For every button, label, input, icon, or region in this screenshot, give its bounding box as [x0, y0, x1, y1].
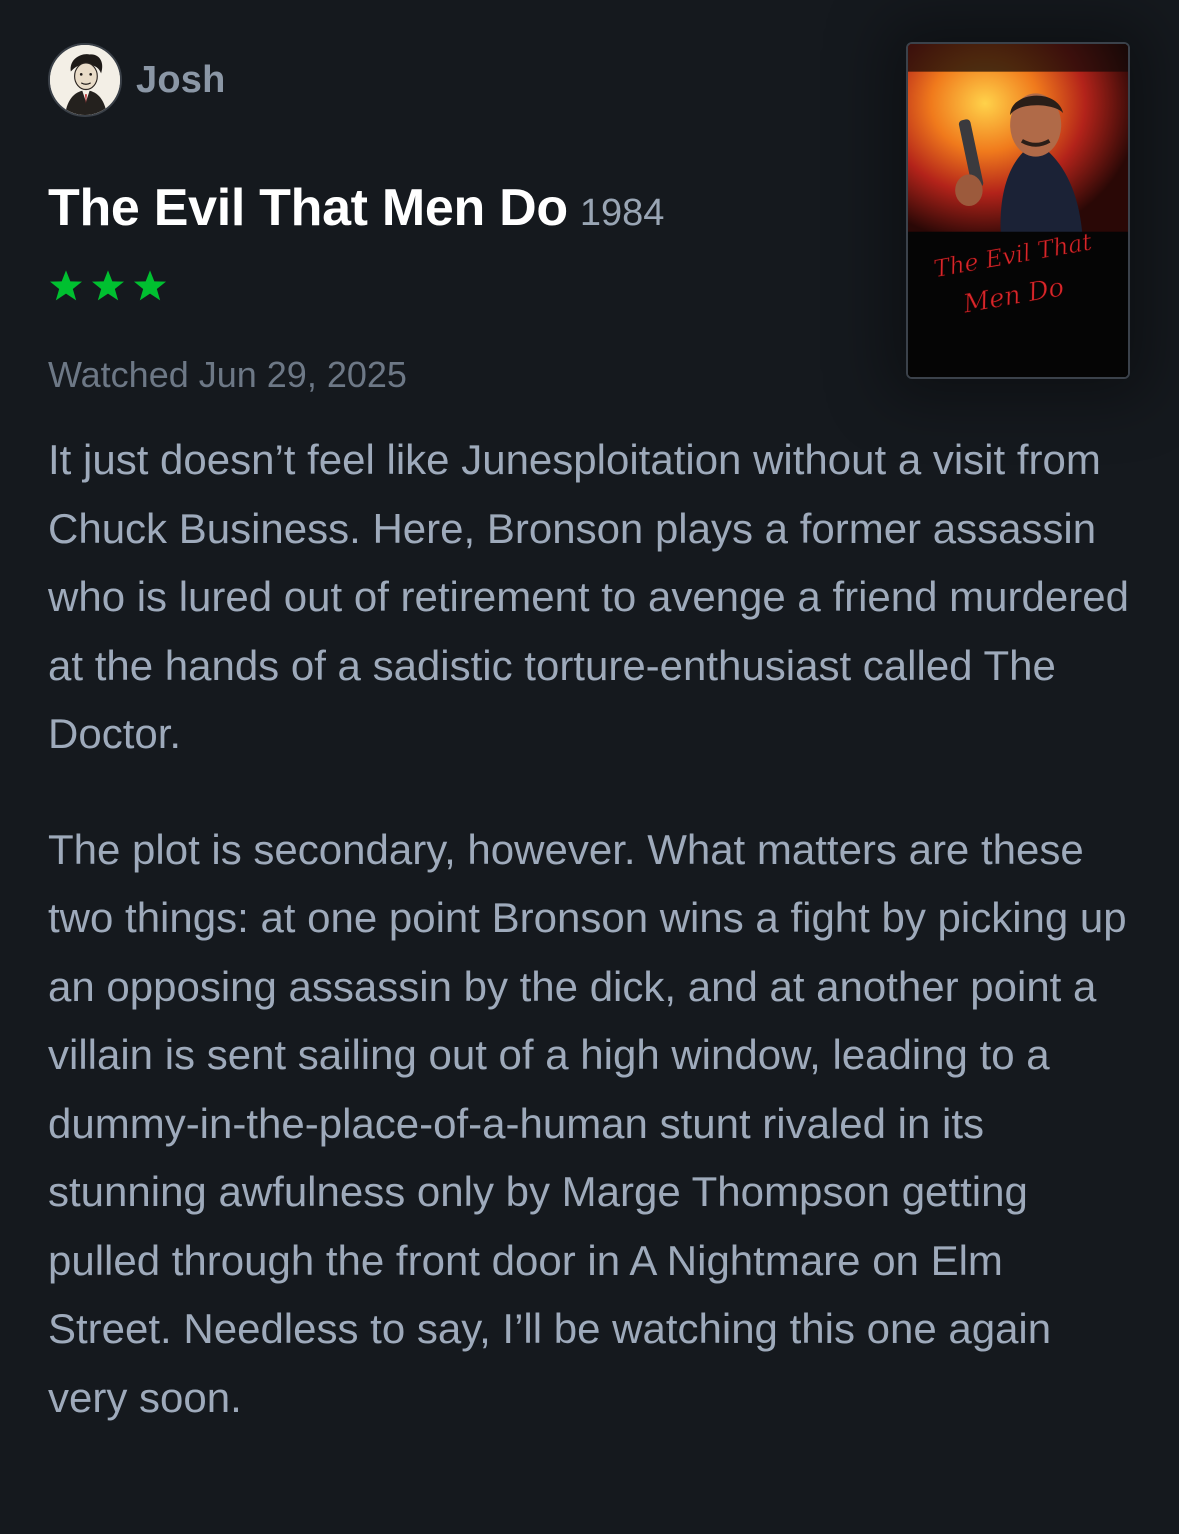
review-paragraph: It just doesn’t feel like Junesploitatio… [48, 436, 1129, 757]
author-name[interactable]: Josh [136, 59, 226, 102]
avatar[interactable] [48, 43, 122, 117]
star-rating [46, 266, 170, 306]
star-icon [50, 270, 82, 301]
review-paragraph: The plot is secondary, however. What mat… [48, 825, 1127, 1421]
star-icon [92, 270, 124, 301]
watched-date: Watched Jun 29, 2025 [48, 354, 407, 395]
star-icon [134, 270, 166, 301]
review-author[interactable]: Josh [48, 42, 226, 118]
review-body: It just doesn’t feel like Junesploitatio… [48, 426, 1138, 1479]
film-year[interactable]: 1984 [580, 192, 665, 235]
film-poster[interactable]: The Evil That Men Do [906, 42, 1130, 379]
film-heading: The Evil That Men Do 1984 [48, 178, 664, 238]
film-title[interactable]: The Evil That Men Do [48, 178, 568, 238]
review-page: Josh The Evil That Men Do 1984 Watched J… [0, 0, 1179, 1534]
